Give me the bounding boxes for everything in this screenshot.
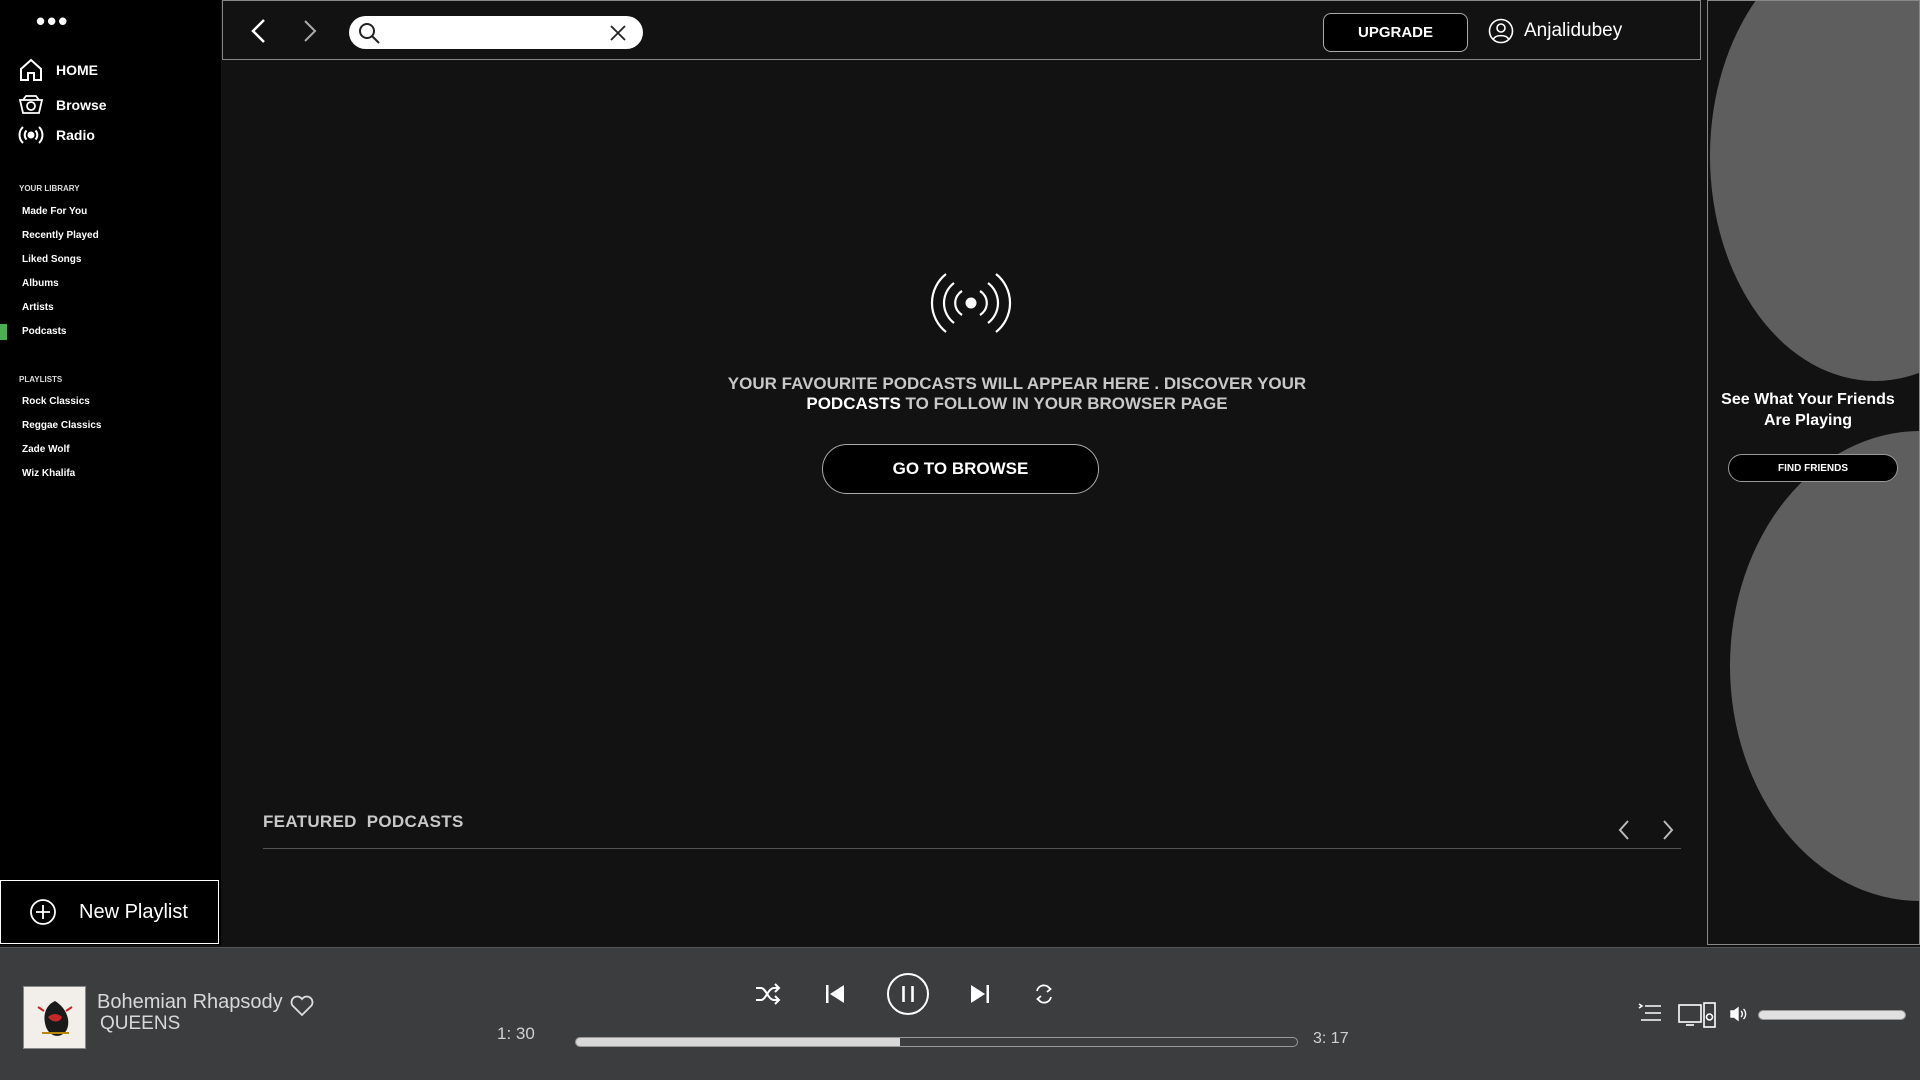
new-playlist-button[interactable]: New Playlist bbox=[0, 880, 219, 944]
user-icon bbox=[1488, 18, 1514, 44]
more-options-icon[interactable]: ••• bbox=[36, 8, 69, 34]
message-bold-word: PODCASTS bbox=[806, 394, 901, 413]
queue-icon[interactable] bbox=[1638, 1002, 1662, 1024]
album-art[interactable] bbox=[23, 986, 86, 1049]
empty-state-message: YOUR FAVOURITE PODCASTS WILL APPEAR HERE… bbox=[642, 374, 1392, 414]
library-item-artists[interactable]: Artists bbox=[22, 302, 54, 313]
nav-home-label: HOME bbox=[56, 62, 98, 78]
message-line-2-rest: TO FOLLOW IN YOUR BROWSER PAGE bbox=[900, 394, 1228, 413]
next-track-icon[interactable] bbox=[969, 981, 991, 1007]
playlist-item-rock-classics[interactable]: Rock Classics bbox=[22, 396, 90, 407]
library-item-recently-played[interactable]: Recently Played bbox=[22, 230, 99, 241]
nav-browse-label: Browse bbox=[56, 97, 107, 113]
track-artist[interactable]: QUEENS bbox=[100, 1013, 180, 1035]
forward-arrow-icon[interactable] bbox=[296, 15, 322, 47]
user-menu[interactable]: Anjalidubey bbox=[1488, 18, 1622, 44]
plus-circle-icon bbox=[30, 899, 56, 925]
playlists-section-title: PLAYLISTS bbox=[19, 375, 63, 384]
search-input[interactable] bbox=[387, 20, 607, 44]
friend-avatar-placeholder-bottom bbox=[1730, 431, 1919, 901]
volume-fill bbox=[1759, 1011, 1905, 1019]
elapsed-time: 1: 30 bbox=[497, 1024, 535, 1043]
track-duration: 3: 17 bbox=[1313, 1030, 1349, 1047]
new-playlist-label: New Playlist bbox=[79, 900, 188, 923]
repeat-icon[interactable] bbox=[1032, 981, 1056, 1007]
message-line-1: YOUR FAVOURITE PODCASTS WILL APPEAR HERE… bbox=[727, 374, 1307, 393]
username-label: Anjalidubey bbox=[1524, 20, 1623, 41]
find-friends-button[interactable]: FIND FRIENDS bbox=[1728, 454, 1898, 482]
player-bar: Bohemian Rhapsody QUEENS 1: 30 3: 17 bbox=[0, 947, 1920, 1080]
main-content: YOUR FAVOURITE PODCASTS WILL APPEAR HERE… bbox=[222, 60, 1701, 945]
active-indicator bbox=[0, 324, 7, 340]
nav-radio[interactable]: Radio bbox=[18, 122, 95, 148]
go-to-browse-button[interactable]: GO TO BROWSE bbox=[822, 444, 1099, 494]
library-section-title: YOUR LIBRARY bbox=[19, 184, 80, 193]
heart-icon[interactable] bbox=[289, 994, 315, 1018]
playlist-item-zade-wolf[interactable]: Zade Wolf bbox=[22, 444, 70, 455]
track-title[interactable]: Bohemian Rhapsody bbox=[97, 991, 283, 1014]
top-bar: UPGRADE Anjalidubey bbox=[222, 0, 1701, 60]
back-arrow-icon[interactable] bbox=[246, 15, 272, 47]
friend-avatar-placeholder-top bbox=[1710, 1, 1919, 381]
nav-radio-label: Radio bbox=[56, 127, 95, 143]
nav-browse[interactable]: Browse bbox=[18, 92, 107, 118]
podcast-icon bbox=[930, 273, 1012, 333]
previous-track-icon[interactable] bbox=[824, 981, 846, 1007]
progress-bar[interactable] bbox=[575, 1037, 1298, 1047]
browse-icon bbox=[18, 95, 44, 114]
library-item-albums[interactable]: Albums bbox=[22, 278, 59, 289]
progress-fill bbox=[576, 1038, 901, 1046]
library-item-podcasts[interactable]: Podcasts bbox=[22, 326, 66, 337]
volume-icon[interactable] bbox=[1729, 1006, 1747, 1022]
message-line-2: PODCASTS TO FOLLOW IN YOUR BROWSER PAGE bbox=[642, 394, 1392, 414]
search-box bbox=[349, 16, 643, 49]
featured-podcasts-title: FEATURED PODCASTS bbox=[263, 812, 464, 831]
upgrade-button[interactable]: UPGRADE bbox=[1323, 13, 1468, 52]
playlist-item-reggae-classics[interactable]: Reggae Classics bbox=[22, 420, 102, 431]
pause-button[interactable] bbox=[886, 972, 930, 1016]
playlist-item-wiz-khalifa[interactable]: Wiz Khalifa bbox=[22, 468, 75, 479]
library-item-liked-songs[interactable]: Liked Songs bbox=[22, 254, 81, 265]
library-item-made-for-you[interactable]: Made For You bbox=[22, 206, 87, 217]
friends-panel-title: See What Your Friends Are Playing bbox=[1721, 391, 1895, 429]
nav-home[interactable]: HOME bbox=[18, 57, 98, 83]
sidebar: ••• HOME Browse Radio YOUR LIBRARY Made … bbox=[0, 0, 221, 945]
featured-next-arrow-icon[interactable] bbox=[1657, 815, 1679, 845]
radio-icon bbox=[18, 126, 44, 144]
featured-prev-arrow-icon[interactable] bbox=[1613, 815, 1635, 845]
volume-slider[interactable] bbox=[1758, 1010, 1906, 1020]
connect-device-icon[interactable] bbox=[1678, 1002, 1716, 1028]
clear-search-icon[interactable] bbox=[608, 23, 628, 43]
album-art-image bbox=[24, 987, 85, 1048]
home-icon bbox=[20, 58, 42, 81]
shuffle-icon[interactable] bbox=[754, 981, 782, 1007]
friends-panel: See What Your Friends Are Playing FIND F… bbox=[1707, 0, 1920, 945]
search-icon bbox=[359, 23, 380, 44]
featured-divider bbox=[263, 848, 1681, 849]
